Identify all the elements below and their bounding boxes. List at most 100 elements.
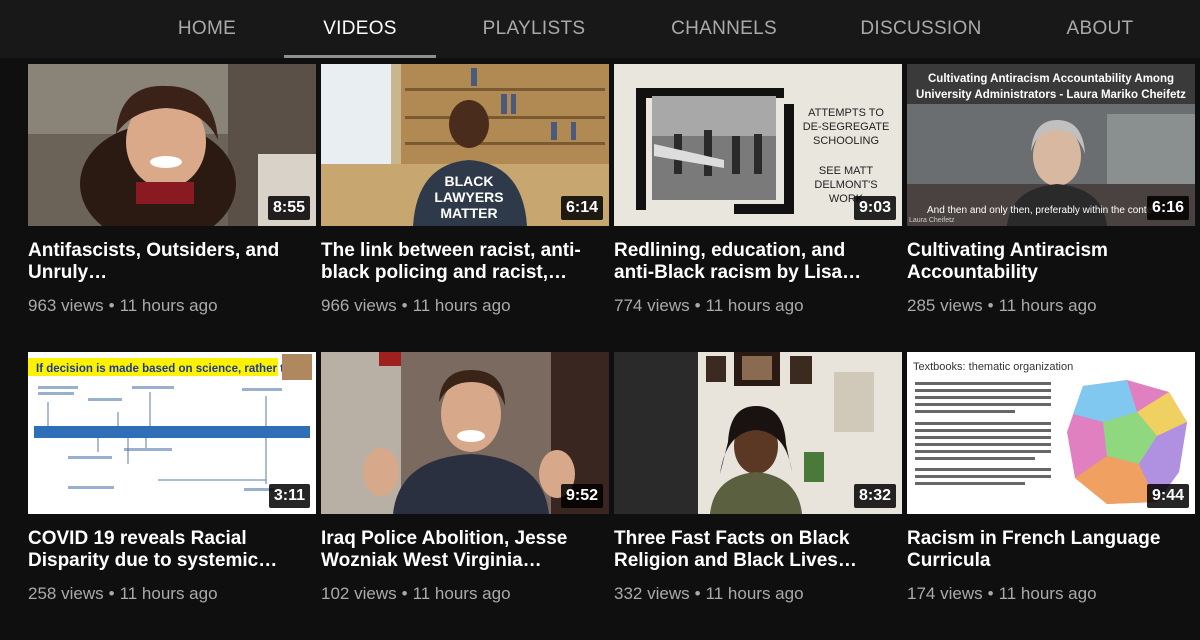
meta-separator: •	[987, 296, 994, 315]
video-title[interactable]: Redlining, education, and anti-Black rac…	[614, 240, 902, 284]
video-duration: 9:03	[853, 196, 896, 220]
video-title-line: Accountability	[907, 262, 1038, 283]
video-title-line: Unruly…	[28, 262, 108, 283]
video-title[interactable]: Racism in French Language Curricula	[907, 528, 1195, 572]
video-title-line: Antifascists, Outsiders, and	[28, 240, 280, 261]
slide-text: Textbooks: thematic organization	[913, 361, 1073, 373]
meta-separator: •	[694, 584, 701, 603]
video-meta: 332 views • 11 hours ago	[614, 584, 902, 604]
video-title-line: Three Fast Facts on Black	[614, 528, 850, 549]
video-title[interactable]: COVID 19 reveals Racial Disparity due to…	[28, 528, 316, 572]
video-duration: 9:44	[1146, 484, 1189, 508]
tab-home[interactable]: HOME	[166, 0, 248, 58]
video-card[interactable]: ATTEMPTS TO DE-SEGREGATE SCHOOLING SEE M…	[614, 64, 902, 316]
slide-text: Laura Cheifetz	[909, 217, 955, 224]
video-title-line: anti-Black racism by Lisa…	[614, 262, 862, 283]
slide-text: University Administrators - Laura Mariko…	[916, 89, 1186, 101]
tab-channels[interactable]: CHANNELS	[660, 0, 788, 58]
video-card[interactable]: If decision is made based on science, ra…	[28, 352, 316, 604]
shirt-text: LAWYERS	[434, 189, 503, 205]
tab-about[interactable]: ABOUT	[1056, 0, 1144, 58]
video-duration: 9:52	[560, 484, 603, 508]
video-thumbnail[interactable]: BLACK LAWYERS MATTER 6:14	[321, 64, 609, 226]
meta-separator: •	[401, 296, 408, 315]
slide-text: SEE MATT	[819, 165, 873, 177]
tab-discussion[interactable]: DISCUSSION	[852, 0, 990, 58]
video-title-line: Disparity due to systemic…	[28, 550, 278, 571]
slide-text: And then and only then, preferably withi…	[927, 205, 1153, 216]
video-title-line: COVID 19 reveals Racial	[28, 528, 247, 549]
video-duration: 3:11	[268, 484, 310, 508]
video-row: If decision is made based on science, ra…	[28, 352, 1198, 604]
slide-text: ATTEMPTS TO	[808, 107, 884, 119]
view-count: 966 views	[321, 296, 397, 315]
video-title[interactable]: Cultivating Antiracism Accountability	[907, 240, 1195, 284]
video-meta: 966 views • 11 hours ago	[321, 296, 609, 316]
video-meta: 174 views • 11 hours ago	[907, 584, 1195, 604]
upload-age: 11 hours ago	[705, 584, 804, 603]
channel-tabs: HOME VIDEOS PLAYLISTS CHANNELS DISCUSSIO…	[0, 0, 1200, 58]
video-grid: 8:55 Antifascists, Outsiders, and Unruly…	[28, 64, 1198, 604]
upload-age: 11 hours ago	[412, 584, 511, 603]
slide-text: Cultivating Antiracism Accountability Am…	[928, 73, 1174, 85]
slide-text: DELMONT'S	[814, 179, 877, 191]
video-card[interactable]: 8:32 Three Fast Facts on Black Religion …	[614, 352, 902, 604]
video-title-line: The link between racist, anti-	[321, 240, 581, 261]
video-card[interactable]: 8:55 Antifascists, Outsiders, and Unruly…	[28, 64, 316, 316]
view-count: 102 views	[321, 584, 397, 603]
upload-age: 11 hours ago	[705, 296, 804, 315]
meta-separator: •	[108, 584, 115, 603]
video-duration: 8:55	[267, 196, 310, 220]
video-card[interactable]: Cultivating Antiracism Accountability Am…	[907, 64, 1195, 316]
video-duration: 6:16	[1146, 196, 1189, 220]
video-thumbnail[interactable]: 9:52	[321, 352, 609, 514]
video-title[interactable]: Antifascists, Outsiders, and Unruly…	[28, 240, 316, 284]
video-row: 8:55 Antifascists, Outsiders, and Unruly…	[28, 64, 1198, 316]
video-thumbnail[interactable]: 8:32	[614, 352, 902, 514]
video-meta: 258 views • 11 hours ago	[28, 584, 316, 604]
view-count: 174 views	[907, 584, 983, 603]
video-title-line: Racism in French Language	[907, 528, 1161, 549]
view-count: 258 views	[28, 584, 104, 603]
video-thumbnail[interactable]: ATTEMPTS TO DE-SEGREGATE SCHOOLING SEE M…	[614, 64, 902, 226]
video-title-line: Redlining, education, and	[614, 240, 846, 261]
upload-age: 11 hours ago	[119, 584, 218, 603]
video-card[interactable]: 9:52 Iraq Police Abolition, Jesse Woznia…	[321, 352, 609, 604]
shirt-text: BLACK	[445, 173, 494, 189]
slide-text: DE-SEGREGATE	[803, 121, 890, 133]
tab-playlists[interactable]: PLAYLISTS	[472, 0, 596, 58]
upload-age: 11 hours ago	[998, 296, 1097, 315]
video-thumbnail[interactable]: If decision is made based on science, ra…	[28, 352, 316, 514]
video-meta: 285 views • 11 hours ago	[907, 296, 1195, 316]
view-count: 774 views	[614, 296, 690, 315]
video-title-line: Wozniak West Virginia…	[321, 550, 542, 571]
video-title[interactable]: Iraq Police Abolition, Jesse Wozniak Wes…	[321, 528, 609, 572]
view-count: 285 views	[907, 296, 983, 315]
upload-age: 11 hours ago	[998, 584, 1097, 603]
meta-separator: •	[401, 584, 408, 603]
video-title-line: Curricula	[907, 550, 991, 571]
upload-age: 11 hours ago	[412, 296, 511, 315]
video-thumbnail[interactable]: 8:55	[28, 64, 316, 226]
video-title[interactable]: The link between racist, anti- black pol…	[321, 240, 609, 284]
slide-text: If decision is made based on science, ra…	[36, 363, 304, 375]
tab-videos[interactable]: VIDEOS	[284, 0, 436, 58]
video-card[interactable]: BLACK LAWYERS MATTER 6:14 The link betwe…	[321, 64, 609, 316]
video-title-line: black policing and racist,…	[321, 262, 568, 283]
view-count: 963 views	[28, 296, 104, 315]
shirt-text: MATTER	[440, 205, 497, 221]
video-duration: 8:32	[853, 484, 896, 508]
meta-separator: •	[694, 296, 701, 315]
video-duration: 6:14	[560, 196, 603, 220]
video-title-line: Cultivating Antiracism	[907, 240, 1108, 261]
video-thumbnail[interactable]: Textbooks: thematic organization 9:44	[907, 352, 1195, 514]
meta-separator: •	[987, 584, 994, 603]
video-title-line: Iraq Police Abolition, Jesse	[321, 528, 568, 549]
video-card[interactable]: Textbooks: thematic organization 9:44 Ra…	[907, 352, 1195, 604]
video-thumbnail[interactable]: Cultivating Antiracism Accountability Am…	[907, 64, 1195, 226]
video-title[interactable]: Three Fast Facts on Black Religion and B…	[614, 528, 902, 572]
view-count: 332 views	[614, 584, 690, 603]
video-title-line: Religion and Black Lives…	[614, 550, 857, 571]
video-meta: 963 views • 11 hours ago	[28, 296, 316, 316]
upload-age: 11 hours ago	[119, 296, 218, 315]
